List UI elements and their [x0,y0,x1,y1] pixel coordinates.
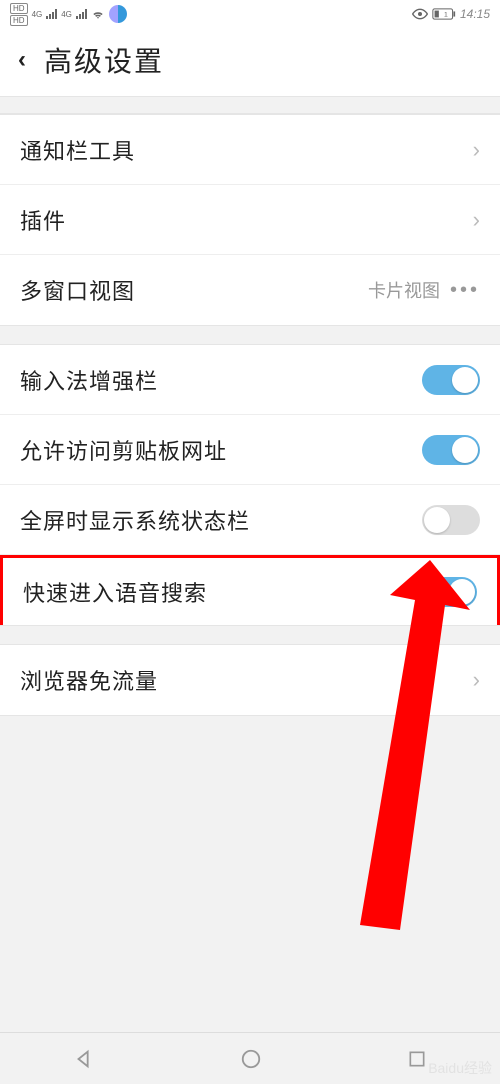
item-multiwindow[interactable]: 多窗口视图 卡片视图 ••• [0,255,500,325]
network-4g-2: 4G [61,10,72,19]
page-title: 高级设置 [44,40,164,80]
voice-search-toggle[interactable] [419,577,477,607]
fullscreen-status-label: 全屏时显示系统状态栏 [20,504,250,536]
ime-enhance-toggle[interactable] [422,365,480,395]
plugins-label: 插件 [20,204,66,236]
item-ime-enhance: 输入法增强栏 [0,345,500,415]
network-4g-1: 4G [32,10,43,19]
signal-icon-1 [46,9,57,19]
chevron-right-icon: › [473,207,480,233]
back-button[interactable]: ‹ [18,46,26,74]
section-gap-1 [0,96,500,114]
chevron-right-icon: › [473,137,480,163]
time-label: 14:15 [460,7,490,21]
item-clipboard-url: 允许访问剪贴板网址 [0,415,500,485]
status-left: HD HD 4G 4G [10,3,127,26]
status-bar: HD HD 4G 4G 1 14:15 [0,0,500,28]
svg-text:1: 1 [444,12,448,19]
multiwindow-label: 多窗口视图 [20,274,135,306]
header: ‹ 高级设置 [0,28,500,96]
nav-recent-button[interactable] [407,1049,427,1069]
dots-icon: ••• [450,279,480,302]
clipboard-url-toggle[interactable] [422,435,480,465]
wifi-icon [91,7,105,21]
settings-group-3: 浏览器免流量 › [0,644,500,716]
battery-icon: 1 [432,8,456,20]
clipboard-url-label: 允许访问剪贴板网址 [20,434,227,466]
section-gap-3 [0,626,500,644]
status-right: 1 14:15 [412,7,490,21]
signal-icon-2 [76,9,87,19]
eye-icon [412,8,428,20]
voice-search-label: 快速进入语音搜索 [23,576,207,608]
item-fullscreen-status: 全屏时显示系统状态栏 [0,485,500,555]
item-notification-toolbar[interactable]: 通知栏工具 › [0,115,500,185]
nav-back-button[interactable] [73,1048,95,1070]
chevron-right-icon: › [473,667,480,693]
settings-group-1: 通知栏工具 › 插件 › 多窗口视图 卡片视图 ••• [0,114,500,326]
item-plugins[interactable]: 插件 › [0,185,500,255]
item-voice-search: 快速进入语音搜索 [0,555,500,625]
item-browser-dataless[interactable]: 浏览器免流量 › [0,645,500,715]
system-nav-bar [0,1032,500,1084]
nav-home-button[interactable] [240,1048,262,1070]
browser-dataless-label: 浏览器免流量 [20,664,158,696]
ime-enhance-label: 输入法增强栏 [20,364,158,396]
multiwindow-value: 卡片视图 [368,277,440,303]
notification-toolbar-label: 通知栏工具 [20,134,135,166]
hd-badge-2: HD [10,15,28,26]
watermark: Baidu经验 [428,1058,492,1078]
hd-badge-1: HD [10,3,28,14]
settings-group-2: 输入法增强栏 允许访问剪贴板网址 全屏时显示系统状态栏 快速进入语音搜索 [0,344,500,626]
browser-logo-icon [109,5,127,23]
fullscreen-status-toggle[interactable] [422,505,480,535]
section-gap-2 [0,326,500,344]
